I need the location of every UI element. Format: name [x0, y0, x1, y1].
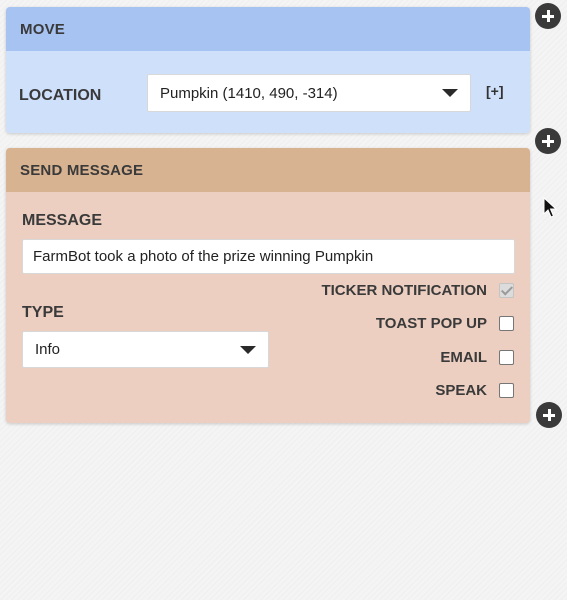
type-label: TYPE [22, 304, 64, 321]
message-input[interactable]: FarmBot took a photo of the prize winnin… [22, 239, 515, 274]
location-dropdown[interactable]: Pumpkin (1410, 490, -314) [147, 74, 471, 112]
add-step-button-middle[interactable] [535, 128, 561, 154]
speak-checkbox[interactable] [499, 382, 514, 398]
type-dropdown-value: Info [35, 341, 61, 358]
send-message-step-title: SEND MESSAGE [20, 161, 144, 179]
plus-icon [542, 10, 554, 22]
send-message-step-card: SEND MESSAGE ? MESSAGE FarmBot took a ph… [6, 148, 530, 423]
move-step-card: MOVE ? LOCATION Pumpkin (1410, 490, -314… [6, 7, 530, 133]
plus-icon [542, 135, 554, 147]
send-message-step-body: MESSAGE FarmBot took a photo of the priz… [6, 192, 530, 423]
channel-email: EMAIL [440, 347, 514, 367]
channel-toast-pop-up: TOAST POP UP [376, 313, 514, 333]
chevron-down-icon [240, 345, 256, 354]
channel-ticker-notification: TICKER NOTIFICATION [321, 280, 514, 300]
channel-speak: SPEAK [435, 380, 514, 400]
message-label: MESSAGE [22, 212, 103, 229]
channel-label: EMAIL [440, 348, 487, 366]
location-dropdown-value: Pumpkin (1410, 490, -314) [160, 84, 338, 102]
chevron-down-icon [442, 89, 458, 97]
location-label: LOCATION [19, 87, 102, 104]
mouse-pointer-icon [543, 197, 557, 218]
channel-label: TOAST POP UP [375, 314, 487, 332]
add-step-button-bottom[interactable] [536, 402, 562, 428]
plus-icon [543, 409, 555, 421]
move-step-title: MOVE [20, 20, 65, 38]
email-checkbox[interactable] [499, 349, 514, 365]
add-variable-button[interactable]: [+] [486, 83, 504, 99]
ticker-notification-checkbox[interactable] [499, 282, 514, 298]
move-step-body: LOCATION Pumpkin (1410, 490, -314) [+] [6, 51, 530, 133]
channel-label: SPEAK [435, 381, 487, 399]
toast-pop-up-checkbox[interactable] [499, 315, 514, 331]
channel-label: TICKER NOTIFICATION [321, 281, 487, 299]
send-message-step-header: SEND MESSAGE ? [6, 148, 530, 192]
add-step-button-top[interactable] [535, 3, 561, 29]
move-step-header: MOVE ? [6, 7, 530, 51]
type-dropdown[interactable]: Info [22, 331, 269, 368]
